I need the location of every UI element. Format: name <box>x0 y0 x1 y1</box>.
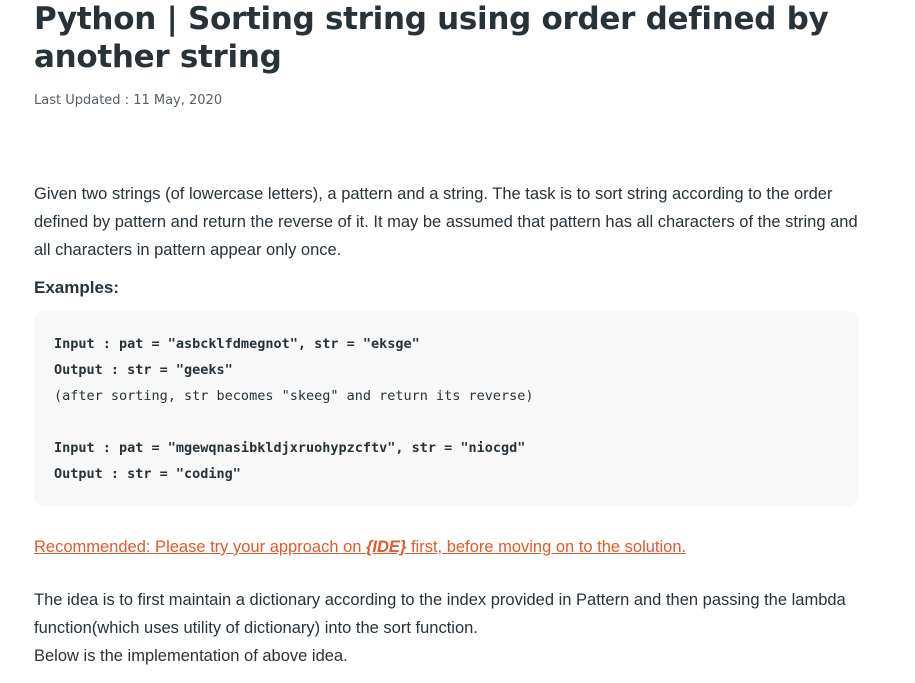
idea-text: The idea is to first maintain a dictiona… <box>34 591 846 637</box>
article-title: Python | Sorting string using order defi… <box>34 1 829 75</box>
idea-paragraph: The idea is to first maintain a dictiona… <box>34 586 864 670</box>
code-line: Input : pat = "asbcklfdmegnot", str = "e… <box>54 336 420 352</box>
recommend-prefix: Recommended: Please try your approach on <box>34 538 367 556</box>
code-line: Input : pat = "mgewqnasibkldjxruohypzcft… <box>54 440 526 456</box>
code-line: (after sorting, str becomes "skeeg" and … <box>54 388 534 404</box>
recommended-link[interactable]: Recommended: Please try your approach on… <box>34 535 686 559</box>
last-updated: Last Updated : 11 May, 2020 <box>34 93 223 108</box>
recommend-suffix: first, before moving on to the solution. <box>406 538 687 556</box>
code-block: Input : pat = "asbcklfdmegnot", str = "e… <box>34 311 858 506</box>
code-line: Output : str = "geeks" <box>54 362 233 378</box>
examples-heading: Examples: <box>34 278 120 297</box>
code-line: Output : str = "coding" <box>54 466 241 482</box>
ide-link-text: {IDE} <box>366 538 407 556</box>
idea-implementation-note: Below is the implementation of above ide… <box>34 647 348 665</box>
intro-paragraph: Given two strings (of lowercase letters)… <box>34 185 858 259</box>
